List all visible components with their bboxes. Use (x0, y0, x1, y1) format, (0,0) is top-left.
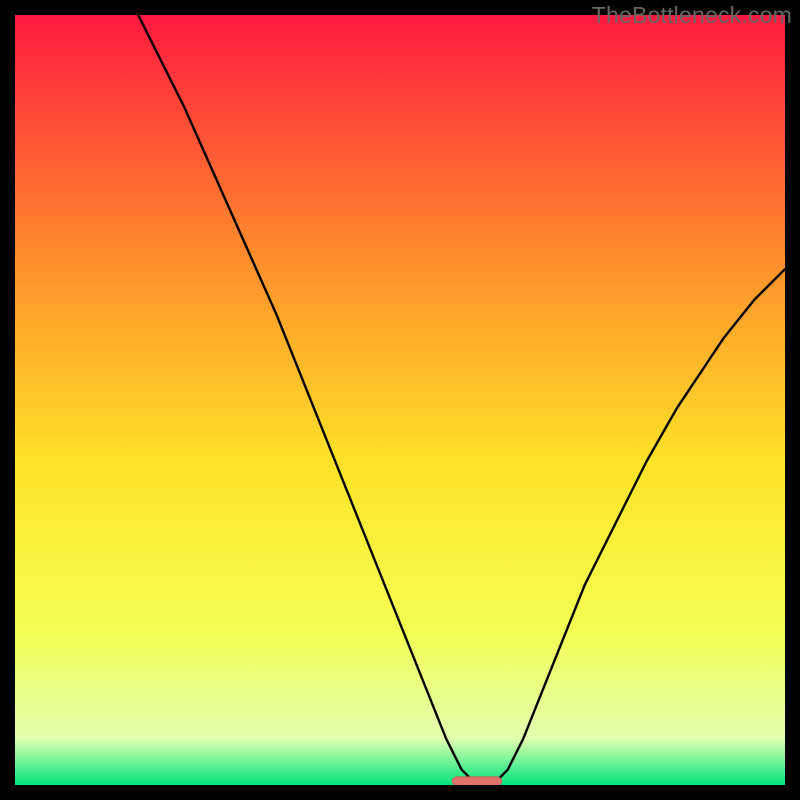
gradient-background (15, 15, 785, 785)
plot-area (15, 15, 785, 785)
chart-frame: TheBottleneck.com (0, 0, 800, 800)
watermark-text: TheBottleneck.com (592, 2, 792, 29)
bottleneck-chart (15, 15, 785, 785)
optimal-marker (452, 777, 501, 785)
